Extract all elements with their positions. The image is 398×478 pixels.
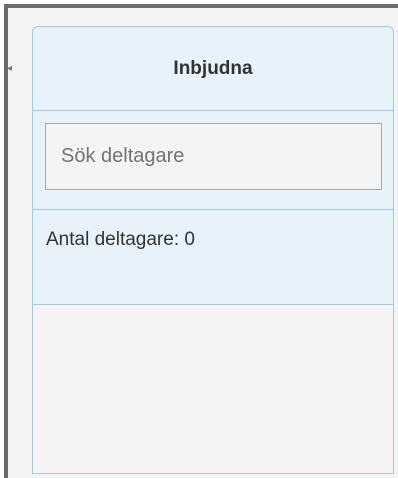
resize-handle-icon[interactable]: ◂ — [7, 60, 12, 78]
search-participants-input[interactable] — [45, 123, 382, 190]
participant-count-label: Antal deltagare: 0 — [46, 229, 195, 250]
participant-count: Antal deltagare: 0 — [33, 210, 393, 305]
search-section — [33, 111, 393, 210]
invited-panel: Inbjudna Antal deltagare: 0 — [32, 26, 394, 474]
panel-header: Inbjudna — [33, 27, 393, 111]
participant-list — [33, 305, 393, 473]
panel-title: Inbjudna — [173, 57, 253, 79]
